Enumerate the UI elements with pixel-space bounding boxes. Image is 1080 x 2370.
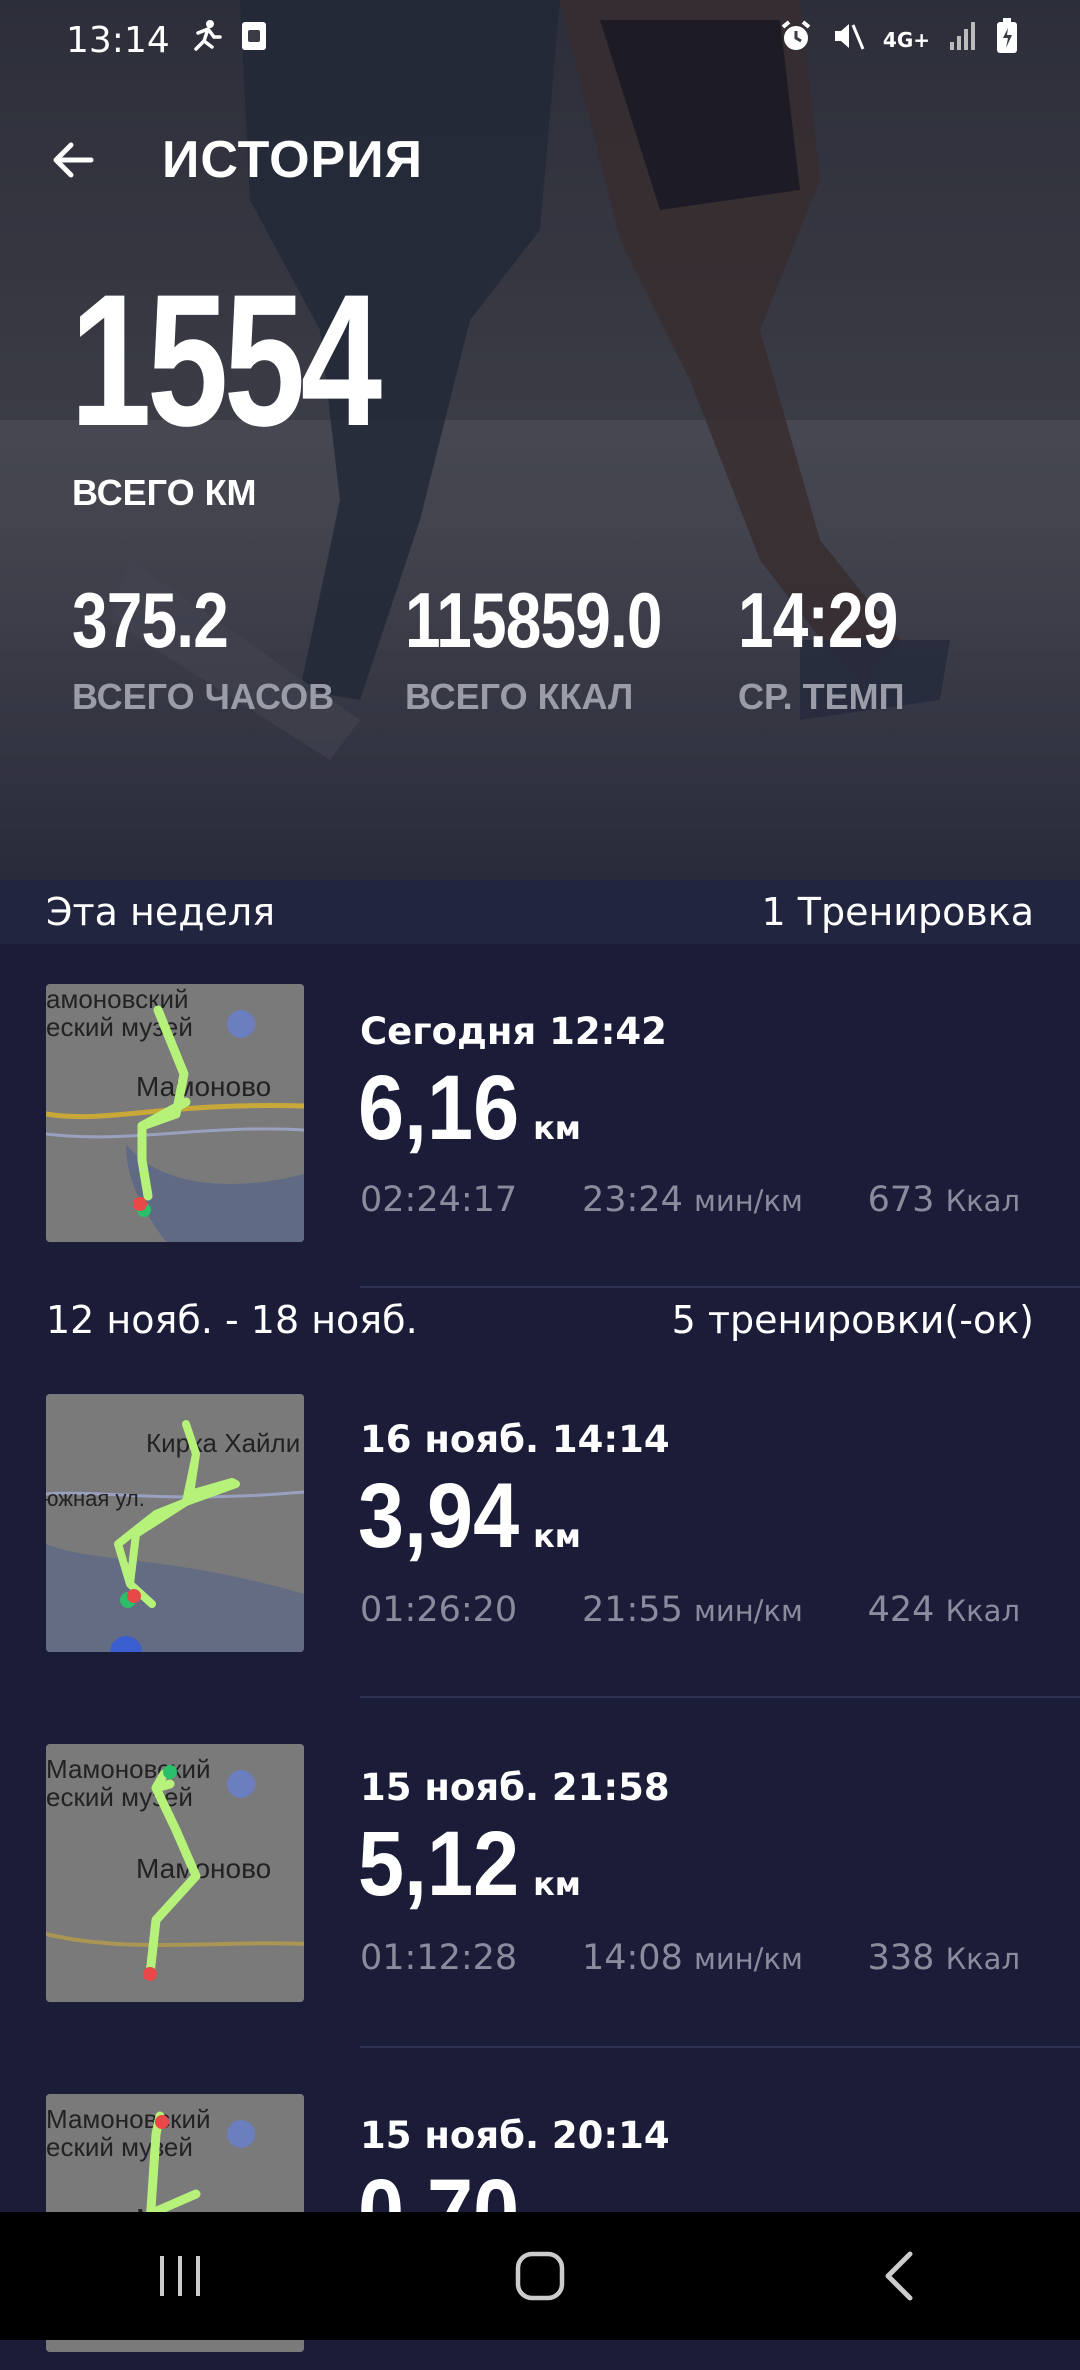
stat-label: ВСЕГО ЧАСОВ [72,676,335,717]
route-map-thumbnail: Кирха Хайли южная ул. [46,1394,304,1652]
map-label: Кирха Хайли [146,1428,300,1458]
kcal-value: 424 [867,1590,935,1630]
workout-distance: 5,12 км [358,1816,581,1912]
kcal-value: 338 [867,1938,935,1978]
workout-distance: 6,16 км [358,1060,581,1156]
pace-unit: мин/км [693,1184,803,1218]
route-map-thumbnail: Мамоновский еский музей Мамоново [46,1744,304,2002]
home-button[interactable] [480,2231,600,2321]
stat-avg-pace: 14:29 СР. ТЕМП [738,578,933,718]
workout-date: 16 нояб. 14:14 [360,1418,670,1461]
arrow-left-icon [53,142,94,178]
workout-date: 15 нояб. 21:58 [360,1766,670,1809]
workout-date: 15 нояб. 20:14 [360,2114,670,2157]
map-label: Мамоновский [46,2104,211,2134]
workout-item[interactable]: амоновский еский музей Мамоново Сегодня … [0,960,1080,1288]
kcal-unit: Ккал [945,1594,1020,1628]
map-label: Мамоновский [46,1754,211,1784]
section-count: 5 тренировки(-ок) [671,1298,1034,1342]
map-label: Мамоново [136,1071,271,1102]
recents-button[interactable] [120,2231,240,2321]
recents-icon [160,2256,200,2296]
pace-value: 23:24 [581,1180,683,1220]
workout-pace: 21:55 мин/км [582,1590,803,1630]
workout-kcal: 424 Ккал [868,1590,1020,1630]
pace-unit: мин/км [693,1942,803,1976]
distance-value: 6,16 [358,1057,520,1159]
workout-distance: 3,94 км [358,1468,581,1564]
hero-header: 13:14 4G+ ИСТОРИЯ 1554 ВСЕГО КМ 375.2 ВС… [0,0,1080,880]
workout-meta: 01:12:28 14:08 мин/км 338 Ккал [360,1938,1020,1978]
app-bar: ИСТОРИЯ [0,115,1080,205]
stat-label: СР. ТЕМП [738,676,905,717]
page-title: ИСТОРИЯ [162,131,423,189]
workout-duration: 01:12:28 [360,1938,518,1978]
pace-value: 14:08 [581,1938,683,1978]
home-icon [515,2251,565,2301]
back-icon [885,2251,913,2301]
back-button[interactable] [36,123,110,197]
total-km-value: 1554 [70,255,382,465]
workout-item[interactable]: Кирха Хайли южная ул. 16 нояб. 14:14 3,9… [0,1370,1080,1698]
map-label: Мамоново [136,1853,271,1884]
stat-total-kcal: 115859.0 ВСЕГО ККАЛ [405,578,718,718]
section-header-this-week: Эта неделя 1 Тренировка [0,880,1080,944]
running-icon [188,19,222,61]
section-title: 12 нояб. - 18 нояб. [46,1298,418,1342]
distance-value: 3,94 [358,1465,520,1567]
distance-value: 5,12 [358,1813,520,1915]
workout-pace: 23:24 мин/км [582,1180,803,1220]
network-type: 4G+ [882,28,930,52]
status-time: 13:14 [66,19,170,61]
workout-item[interactable]: Мамоновский еский музей Мамоново 15 нояб… [0,1720,1080,2048]
signal-icon [948,20,978,61]
section-header-week-range: 12 нояб. - 18 нояб. 5 тренировки(-ок) [0,1288,1080,1352]
workout-kcal: 673 Ккал [868,1180,1020,1220]
alarm-icon [779,19,813,62]
pace-unit: мин/км [693,1594,803,1628]
4g-icon: 4G+ [882,28,930,52]
system-back-button[interactable] [840,2231,960,2321]
screenshot-icon [240,20,268,60]
section-title: Эта неделя [46,890,276,934]
distance-unit: км [533,1109,581,1147]
stat-value: 375.2 [72,576,229,664]
kcal-value: 673 [867,1180,935,1220]
workout-meta: 01:26:20 21:55 мин/км 424 Ккал [360,1590,1020,1630]
status-bar: 13:14 4G+ [0,0,1080,80]
divider [360,1696,1080,1698]
distance-unit: км [533,1865,581,1903]
workout-duration: 01:26:20 [360,1590,518,1630]
total-km-label: ВСЕГО КМ [72,472,257,513]
route-map-thumbnail: амоновский еский музей Мамоново [46,984,304,1242]
section-count: 1 Тренировка [761,890,1034,934]
workout-date: Сегодня 12:42 [360,1010,667,1053]
map-label: амоновский [46,984,189,1014]
workout-kcal: 338 Ккал [868,1938,1020,1978]
map-label: южная ул. [46,1486,145,1511]
divider [360,2046,1080,2048]
distance-unit: км [533,1517,581,1555]
stat-value: 14:29 [738,576,898,664]
mute-icon [831,19,865,62]
workout-meta: 02:24:17 23:24 мин/км 673 Ккал [360,1180,1020,1220]
kcal-unit: Ккал [945,1184,1020,1218]
system-nav-bar [0,2212,1080,2340]
stat-total-hours: 375.2 ВСЕГО ЧАСОВ [72,578,334,718]
map-label: еский музей [46,2132,193,2162]
workout-duration: 02:24:17 [360,1180,518,1220]
stat-value: 115859.0 [405,576,663,664]
battery-icon [996,17,1018,63]
stat-label: ВСЕГО ККАЛ [405,676,634,717]
pace-value: 21:55 [581,1590,683,1630]
kcal-unit: Ккал [945,1942,1020,1976]
workout-pace: 14:08 мин/км [582,1938,803,1978]
